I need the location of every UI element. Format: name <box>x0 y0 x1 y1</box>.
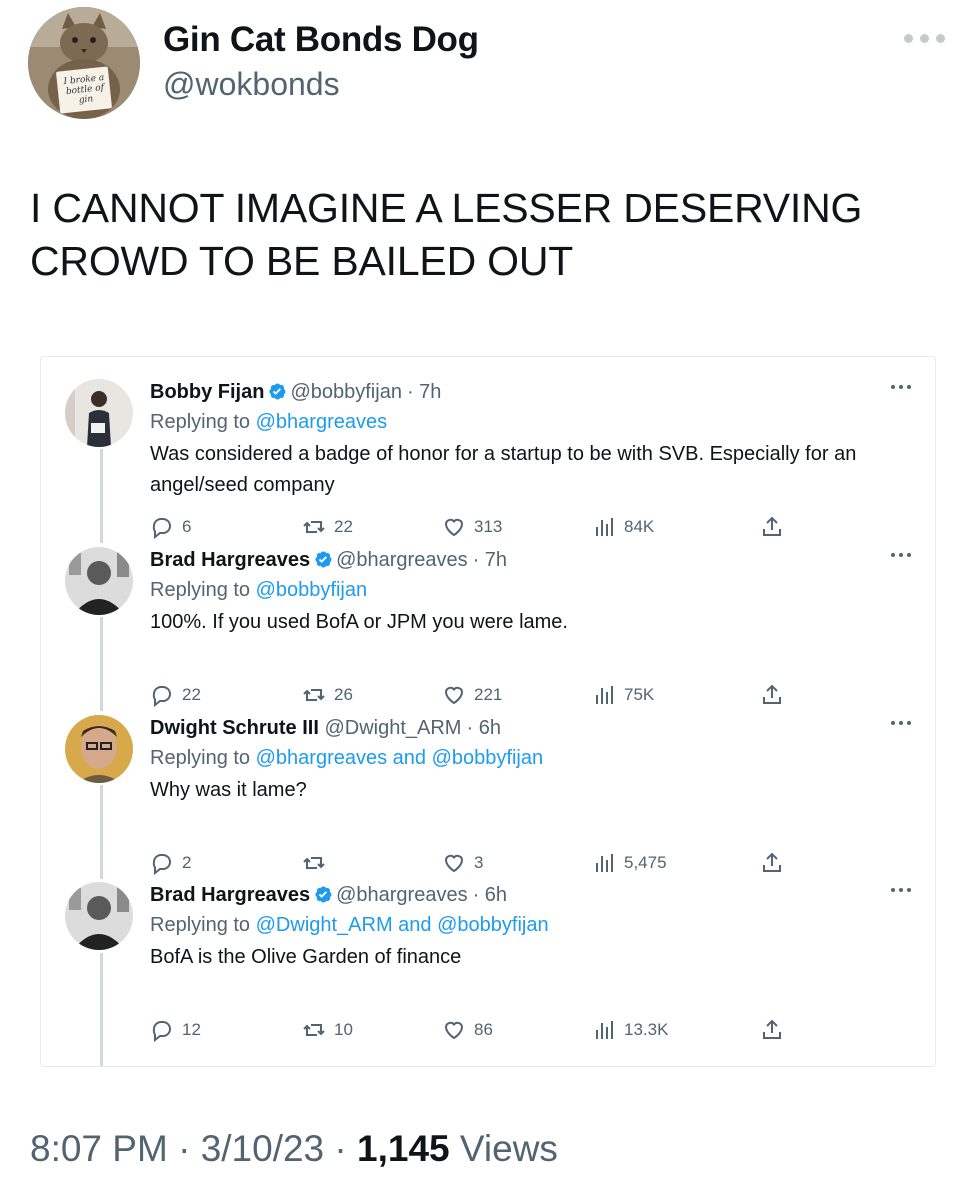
reply-author-handle[interactable]: @bhargreaves <box>336 884 467 906</box>
reply-author-name[interactable]: Brad Hargreaves <box>150 549 310 571</box>
replying-to-link[interactable]: @bhargreaves and @bobbyfijan <box>256 747 543 769</box>
separator: · <box>324 1128 358 1169</box>
author-name[interactable]: Gin Cat Bonds Dog <box>163 20 479 60</box>
tweet-text: I CANNOT IMAGINE A LESSER DESERVING CROW… <box>30 182 930 288</box>
retweet-button[interactable]: 10 <box>302 1018 353 1042</box>
reply-time: · 7h <box>472 549 508 571</box>
more-icon[interactable] <box>904 28 958 48</box>
reply-body: BofA is the Olive Garden of finance <box>150 946 462 968</box>
replying-to: Replying to @bhargreaves <box>150 409 387 435</box>
replying-to-link[interactable]: @bhargreaves <box>256 411 387 433</box>
reply-author-handle[interactable]: @Dwight_ARM <box>324 717 461 739</box>
reply-author-handle[interactable]: @bobbyfijan <box>290 381 401 403</box>
replying-to-link[interactable]: @bobbyfijan <box>256 579 367 601</box>
reply-avatar[interactable] <box>65 547 133 615</box>
separator: · <box>167 1128 201 1169</box>
tweet-text-line-2: CROWD TO BE BAILED OUT <box>30 238 574 284</box>
replying-to: Replying to @Dwight_ARM and @bobbyfijan <box>150 912 549 938</box>
action-count: 13.3K <box>624 1020 669 1039</box>
reply-time: · 6h <box>466 717 501 739</box>
action-count: 12 <box>182 1020 201 1039</box>
verified-icon <box>315 886 332 903</box>
verified-icon <box>315 551 332 568</box>
reply-avatar[interactable] <box>65 715 133 783</box>
more-icon[interactable] <box>891 888 911 892</box>
replying-prefix: Replying to <box>150 579 251 601</box>
reply-time: · 7h <box>406 381 442 403</box>
author-avatar[interactable]: I broke a bottle of gin <box>28 7 140 119</box>
like-button[interactable]: 86 <box>442 1018 493 1042</box>
tweet-meta: 8:07 PM · 3/10/23 · 1,145 Views <box>30 1128 558 1170</box>
replying-prefix: Replying to <box>150 411 251 433</box>
more-icon[interactable] <box>891 553 911 557</box>
more-icon[interactable] <box>891 721 911 725</box>
embedded-thread[interactable]: Bobby Fijan @bobbyfijan · 7h Replying to @b… <box>40 356 936 1067</box>
reply-time: · 6h <box>472 884 508 906</box>
reply-author-name[interactable]: Dwight Schrute III <box>150 717 319 739</box>
tweet-text-line-1: I CANNOT IMAGINE A LESSER DESERVING <box>30 185 863 231</box>
reply-author-handle[interactable]: @bhargreaves <box>336 549 467 571</box>
tweet-date[interactable]: 3/10/23 <box>201 1128 324 1169</box>
like-icon <box>442 1018 466 1042</box>
tweet-time[interactable]: 8:07 PM <box>30 1128 168 1169</box>
retweet-icon <box>302 1018 326 1042</box>
reply-avatar[interactable] <box>65 882 133 950</box>
reply-button[interactable]: 12 <box>150 1018 201 1042</box>
replying-prefix: Replying to <box>150 747 251 769</box>
reply-actions: 12 10 86 13.3K <box>150 1018 910 1044</box>
views-label: Views <box>449 1128 558 1169</box>
reply-author-name[interactable]: Bobby Fijan <box>150 381 264 403</box>
reply-avatar[interactable] <box>65 379 133 447</box>
reply-body: Why was it lame? <box>150 779 307 801</box>
reply-tweet[interactable]: Bobby Fijan @bobbyfijan · 7h Replying to @b… <box>41 357 935 527</box>
reply-tweet[interactable]: Brad Hargreaves @bhargreaves · 6h Replying … <box>41 860 935 1030</box>
share-icon <box>760 1018 784 1042</box>
views-count: 1,145 <box>357 1128 450 1169</box>
replying-to-link[interactable]: @Dwight_ARM and @bobbyfijan <box>256 914 549 936</box>
reply-author-name[interactable]: Brad Hargreaves <box>150 884 310 906</box>
action-count: 86 <box>474 1020 493 1039</box>
reply-body: Was considered a badge of honor for a st… <box>150 443 857 496</box>
reply-body: 100%. If you used BofA or JPM you were l… <box>150 611 568 633</box>
reply-icon <box>150 1018 174 1042</box>
share-button[interactable] <box>760 1018 784 1042</box>
author-handle[interactable]: @wokbonds <box>163 66 340 103</box>
views-button[interactable]: 13.3K <box>592 1018 668 1042</box>
replying-to: Replying to @bhargreaves and @bobbyfijan <box>150 745 543 771</box>
replying-to: Replying to @bobbyfijan <box>150 577 367 603</box>
avatar-sign: I broke a bottle of gin <box>63 72 105 106</box>
action-count: 10 <box>334 1020 353 1039</box>
verified-icon <box>269 383 286 400</box>
reply-tweet[interactable]: Brad Hargreaves @bhargreaves · 7h Replying … <box>41 525 935 695</box>
views-icon <box>592 1018 616 1042</box>
more-icon[interactable] <box>891 385 911 389</box>
replying-prefix: Replying to <box>150 914 251 936</box>
reply-tweet[interactable]: Dwight Schrute III @Dwight_ARM · 6h Replyi… <box>41 693 935 863</box>
